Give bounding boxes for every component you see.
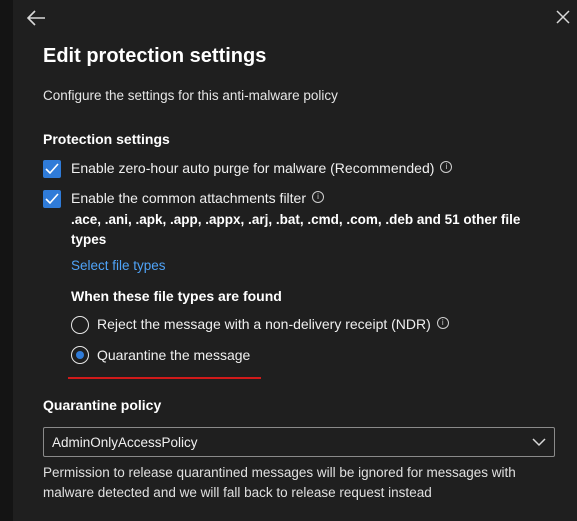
quarantine-policy-dropdown[interactable]: AdminOnlyAccessPolicy: [43, 427, 555, 457]
quarantine-message-label: Quarantine the message: [97, 347, 251, 363]
checkmark-icon: [45, 193, 59, 205]
reject-ndr-label-text: Reject the message with a non-delivery r…: [97, 316, 431, 332]
back-arrow-icon: [26, 10, 45, 26]
quarantine-policy-value: AdminOnlyAccessPolicy: [52, 435, 198, 450]
select-file-types-link[interactable]: Select file types: [71, 258, 166, 273]
file-types-found-heading: When these file types are found: [71, 288, 282, 304]
zap-label: Enable zero-hour auto purge for malware …: [71, 160, 453, 176]
page-title: Edit protection settings: [43, 45, 267, 67]
checkmark-icon: [45, 163, 59, 175]
attachments-filter-checkbox[interactable]: [43, 190, 61, 208]
info-icon[interactable]: i: [312, 191, 325, 203]
zap-checkbox[interactable]: [43, 160, 61, 178]
reject-ndr-label: Reject the message with a non-delivery r…: [97, 316, 449, 332]
info-icon[interactable]: i: [440, 161, 453, 173]
quarantine-message-radio[interactable]: [71, 346, 89, 364]
radio-selected-dot: [75, 350, 84, 359]
background-strip: [0, 0, 13, 521]
attachments-filter-label-text: Enable the common attachments filter: [71, 190, 307, 206]
close-icon: [556, 10, 570, 24]
page-subtitle: Configure the settings for this anti-mal…: [43, 88, 338, 103]
close-button[interactable]: [554, 8, 572, 26]
reject-ndr-radio[interactable]: [71, 316, 89, 334]
zap-label-text: Enable zero-hour auto purge for malware …: [71, 160, 435, 176]
quarantine-policy-heading: Quarantine policy: [43, 397, 162, 413]
attachments-filter-label: Enable the common attachments filter i: [71, 190, 325, 206]
protection-settings-heading: Protection settings: [43, 131, 170, 147]
quarantine-note: Permission to release quarantined messag…: [43, 465, 516, 500]
chevron-down-icon: [532, 438, 546, 447]
info-icon[interactable]: i: [436, 317, 449, 329]
file-types-summary: .ace, .ani, .apk, .app, .appx, .arj, .ba…: [71, 212, 521, 247]
back-button[interactable]: [25, 8, 47, 28]
highlight-underline: [68, 377, 261, 379]
